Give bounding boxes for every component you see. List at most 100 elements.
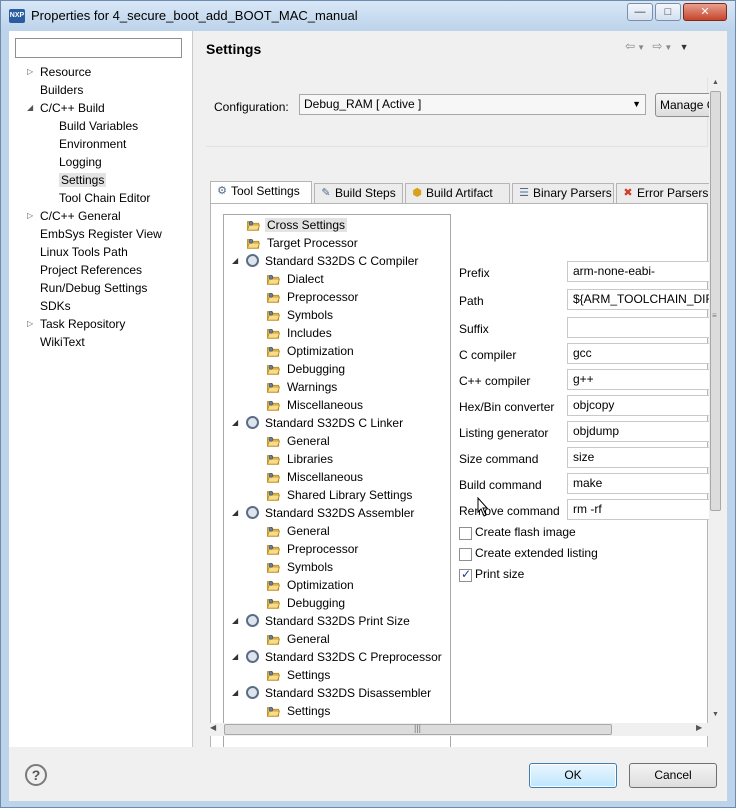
collapsed-arrow-icon[interactable]: ▷ (27, 315, 37, 333)
field-input-c-compiler[interactable]: g++ (567, 369, 717, 390)
scroll-left-icon[interactable]: ◀ (210, 723, 216, 732)
nav-item-wikitext[interactable]: WikiText (40, 333, 85, 351)
field-input-c-compiler[interactable]: gcc (567, 343, 717, 364)
tool-tree-category-node[interactable]: Settings (266, 666, 332, 684)
expanded-arrow-icon[interactable]: ◢ (232, 414, 238, 432)
tool-tree-category-node[interactable]: Cross Settings (246, 216, 348, 234)
tool-tree-category-node[interactable]: Miscellaneous (266, 396, 365, 414)
tab-label: Build Steps (335, 186, 396, 200)
tab-build-steps[interactable]: ✎ Build Steps (314, 183, 403, 203)
checkbox-print-size[interactable] (459, 567, 472, 582)
tool-tree-category-node[interactable]: Debugging (266, 360, 347, 378)
field-input-suffix[interactable] (567, 317, 717, 338)
back-arrow-icon[interactable]: ⇦ (625, 39, 637, 53)
nav-item-task-repository[interactable]: ▷ Task Repository (27, 315, 125, 333)
tool-tree-category-node[interactable]: Miscellaneous (266, 468, 365, 486)
close-icon[interactable]: ✕ (683, 3, 727, 21)
scroll-down-icon[interactable]: ▼ (712, 711, 719, 718)
checkbox-create-extended-listing[interactable] (459, 548, 472, 561)
tool-tree-category-node[interactable]: Settings (266, 702, 332, 720)
tool-tree-category-node[interactable]: General (266, 522, 332, 540)
expanded-arrow-icon[interactable]: ◢ (27, 99, 37, 117)
tool-tree-category-node[interactable]: Preprocessor (266, 540, 360, 558)
field-input-prefix[interactable]: arm-none-eabi- (567, 261, 717, 282)
collapsed-arrow-icon[interactable]: ▷ (27, 63, 37, 81)
field-input-path[interactable]: ${ARM_TOOLCHAIN_DIR}/ (567, 289, 717, 310)
tab-error-parsers[interactable]: ✖ Error Parsers (616, 183, 716, 203)
tool-tree-category-node[interactable]: Symbols (266, 306, 335, 324)
tool-tree-category-node[interactable]: Optimization (266, 342, 356, 360)
nav-item-logging[interactable]: Logging (59, 153, 102, 171)
tool-tree-category-node[interactable]: Libraries (266, 450, 335, 468)
nav-item-linux-tools-path[interactable]: Linux Tools Path (40, 243, 128, 261)
tool-tree-category-node[interactable]: Symbols (266, 558, 335, 576)
tool-tree-tool-node[interactable]: ◢ Standard S32DS Print Size (232, 612, 412, 630)
tool-tree-category-node[interactable]: Warnings (266, 378, 339, 396)
tool-tree-tool-node[interactable]: ◢ Standard S32DS Disassembler (232, 684, 433, 702)
nav-item-sdks[interactable]: SDKs (40, 297, 71, 315)
configuration-combo[interactable]: Debug_RAM [ Active ] ▼ (299, 94, 646, 115)
field-input-hex-bin-converter[interactable]: objcopy (567, 395, 717, 416)
tool-tree-category-node[interactable]: Includes (266, 324, 334, 342)
nav-item-label: WikiText (40, 335, 85, 349)
nav-item-build-variables[interactable]: Build Variables (59, 117, 138, 135)
tool-tree-category-node[interactable]: Debugging (266, 594, 347, 612)
nav-item-builders[interactable]: Builders (40, 81, 83, 99)
field-input-build-command[interactable]: make (567, 473, 717, 494)
field-input-remove-command[interactable]: rm -rf (567, 499, 717, 520)
view-menu-icon[interactable]: ▼ (680, 42, 691, 52)
forward-dropdown-icon[interactable]: ▼ (664, 43, 674, 52)
tool-tree-tool-node[interactable]: ◢ Standard S32DS C Linker (232, 414, 405, 432)
nav-item-tool-chain-editor[interactable]: Tool Chain Editor (59, 189, 150, 207)
tool-tree-category-node[interactable]: Shared Library Settings (266, 486, 414, 504)
tool-tree-category-node[interactable]: Preprocessor (266, 288, 360, 306)
back-dropdown-icon[interactable]: ▼ (637, 43, 647, 52)
tab-binary-parsers[interactable]: ☰ Binary Parsers (512, 183, 614, 203)
tool-tree-label: Optimization (287, 578, 354, 592)
tool-tree-label: Preprocessor (287, 542, 359, 556)
help-button[interactable]: ? (25, 764, 47, 786)
tool-tree-category-node[interactable]: Target Processor (246, 234, 360, 252)
nav-item-environment[interactable]: Environment (59, 135, 126, 153)
scroll-thumb[interactable] (710, 91, 721, 511)
collapsed-arrow-icon[interactable]: ▷ (27, 207, 37, 225)
manage-configurations-button[interactable]: Manage Configurations... (655, 93, 715, 117)
title-bar[interactable]: NXP Properties for 4_secure_boot_add_BOO… (1, 1, 735, 31)
nav-item-c-c-build[interactable]: ◢ C/C++ Build (27, 99, 105, 117)
expanded-arrow-icon[interactable]: ◢ (232, 504, 238, 522)
horizontal-scrollbar[interactable]: ◀ ||| ▶ (206, 723, 708, 736)
forward-arrow-icon[interactable]: ⇨ (652, 39, 664, 53)
filter-input[interactable] (15, 38, 182, 58)
tool-tree-category-node[interactable]: Dialect (266, 270, 326, 288)
expanded-arrow-icon[interactable]: ◢ (232, 252, 238, 270)
cancel-button[interactable]: Cancel (629, 763, 717, 788)
nav-item-embsys-register-view[interactable]: EmbSys Register View (40, 225, 162, 243)
tab-tool-settings[interactable]: ⚙ Tool Settings (210, 181, 312, 204)
field-input-listing-generator[interactable]: objdump (567, 421, 717, 442)
tab-build-artifact[interactable]: ⬢ Build Artifact (405, 183, 510, 203)
nav-item-run-debug-settings[interactable]: Run/Debug Settings (40, 279, 147, 297)
tool-tree-tool-node[interactable]: ◢ Standard S32DS C Compiler (232, 252, 420, 270)
tool-tree-category-node[interactable]: Optimization (266, 576, 356, 594)
tool-tree-category-node[interactable]: General (266, 630, 332, 648)
scroll-up-icon[interactable]: ▲ (712, 79, 719, 86)
tool-tree-category-node[interactable]: General (266, 432, 332, 450)
maximize-icon[interactable]: □ (655, 3, 681, 21)
field-input-size-command[interactable]: size (567, 447, 717, 468)
nav-item-resource[interactable]: ▷ Resource (27, 63, 91, 81)
checkbox-create-flash-image[interactable] (459, 527, 472, 540)
nav-item-project-references[interactable]: Project References (40, 261, 142, 279)
nav-item-label: Settings (59, 173, 107, 187)
nav-item-settings[interactable]: Settings (59, 171, 107, 189)
minimize-icon[interactable]: — (627, 3, 653, 21)
vertical-scrollbar[interactable]: ▲ ≡ ▼ (709, 77, 722, 723)
expanded-arrow-icon[interactable]: ◢ (232, 684, 238, 702)
tool-tree-label: Preprocessor (287, 290, 359, 304)
expanded-arrow-icon[interactable]: ◢ (232, 648, 238, 666)
expanded-arrow-icon[interactable]: ◢ (232, 612, 238, 630)
scroll-right-icon[interactable]: ▶ (696, 723, 702, 732)
ok-button[interactable]: OK (529, 763, 617, 788)
nav-item-c-c-general[interactable]: ▷ C/C++ General (27, 207, 121, 225)
tool-tree-tool-node[interactable]: ◢ Standard S32DS Assembler (232, 504, 416, 522)
tool-tree-tool-node[interactable]: ◢ Standard S32DS C Preprocessor (232, 648, 444, 666)
